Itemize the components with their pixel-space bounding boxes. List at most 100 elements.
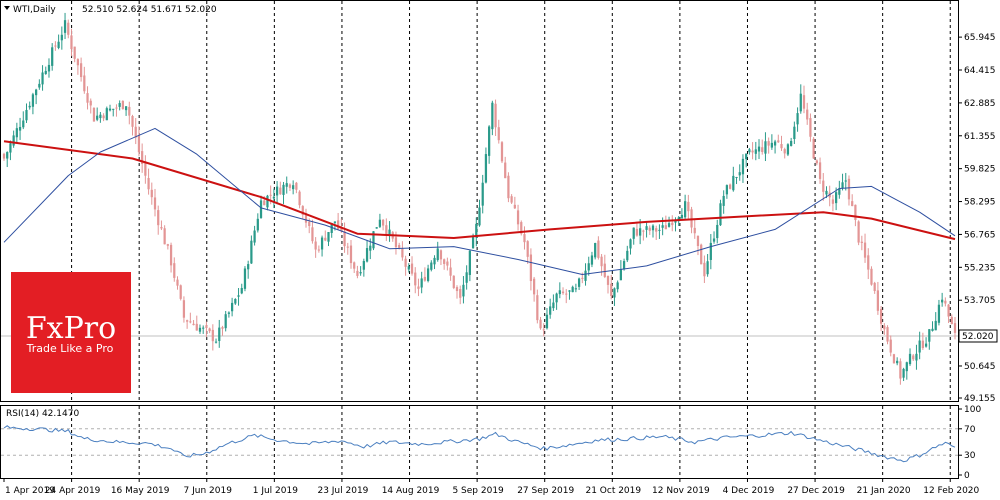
date-label: 1 Jul 2019 — [253, 486, 298, 496]
candle-body — [51, 47, 54, 66]
candle-body — [594, 243, 597, 258]
candle-body — [883, 325, 886, 330]
candle-body — [941, 299, 944, 303]
candle-body — [179, 285, 182, 299]
candle-body — [574, 288, 578, 290]
rsi-tick-label: 70 — [964, 425, 976, 435]
candle-body — [31, 94, 35, 107]
candle-body — [263, 200, 266, 206]
candle-body — [76, 59, 80, 66]
candle-body — [198, 327, 202, 332]
candle-body — [844, 180, 847, 182]
candle-body — [6, 152, 9, 159]
current-price-value: 52.020 — [962, 332, 994, 342]
candle-body — [571, 286, 574, 293]
candle-body — [131, 115, 134, 127]
candle-body — [863, 242, 867, 258]
date-label: 27 Sep 2019 — [517, 486, 574, 496]
candle-body — [2, 153, 6, 159]
candle-body — [912, 355, 915, 360]
candle-body — [67, 22, 70, 35]
candle-body — [86, 93, 89, 103]
candle-body — [879, 309, 883, 324]
candle-body — [112, 108, 115, 110]
logo-brand: FxPro — [26, 311, 116, 346]
date-label: 5 Sep 2019 — [452, 486, 504, 496]
candle-body — [237, 295, 240, 297]
candle-body — [908, 353, 912, 365]
candle-body — [622, 261, 626, 270]
candle-body — [613, 288, 616, 298]
candle-body — [452, 275, 455, 288]
candle-body — [484, 154, 488, 183]
price-tick-label: 62.885 — [964, 99, 996, 109]
candle-body — [722, 195, 725, 206]
candle-body — [510, 196, 513, 203]
candle-body — [937, 304, 941, 323]
candle-body — [28, 105, 31, 108]
candle-body — [243, 268, 247, 289]
candle-body — [619, 269, 622, 281]
candle-body — [378, 219, 382, 227]
candle-body — [796, 113, 799, 125]
candle-body — [728, 184, 732, 189]
candle-body — [504, 162, 507, 179]
candle-body — [253, 230, 256, 243]
date-label: 27 Dec 2019 — [787, 486, 845, 496]
candle-body — [680, 214, 684, 219]
logo-tagline: Trade Like a Pro — [26, 342, 114, 355]
candle-body — [523, 234, 526, 243]
candle-body — [182, 300, 186, 318]
candle-body — [128, 106, 131, 116]
date-label: 14 Aug 2019 — [382, 486, 440, 496]
candle-body — [539, 319, 542, 329]
candle-body — [208, 328, 211, 332]
candle-body — [404, 258, 407, 267]
candle-body — [446, 261, 449, 266]
candle-body — [365, 248, 369, 262]
candle-body — [478, 207, 481, 226]
candle-body — [651, 225, 655, 231]
rsi-header: RSI(14) 42.1470 — [6, 409, 79, 419]
candle-body — [825, 190, 828, 195]
candle-body — [137, 134, 141, 153]
candle-body — [359, 272, 362, 274]
candle-body — [202, 327, 205, 329]
candle-body — [950, 316, 953, 325]
candle-body — [89, 100, 92, 106]
candle-body — [41, 72, 44, 85]
ohlc-label: 52.510 52.624 51.671 52.020 — [82, 5, 217, 15]
price-axis: 65.945 64.415 62.885 61.355 59.825 58.295 56.7… — [958, 33, 996, 404]
candle-body — [905, 362, 908, 372]
candle-body — [944, 300, 947, 304]
candle-body — [754, 149, 757, 154]
candle-body — [545, 314, 549, 329]
candle-body — [230, 302, 234, 312]
candle-body — [346, 246, 349, 248]
candle-body — [616, 282, 619, 290]
candle-body — [25, 109, 28, 121]
candle-body — [587, 263, 590, 271]
candle-body — [761, 147, 764, 153]
candle-body — [324, 237, 327, 241]
candle-body — [790, 140, 793, 146]
candle-body — [54, 45, 57, 47]
candle-body — [565, 293, 568, 295]
candle-body — [320, 237, 324, 250]
candle-body — [931, 328, 934, 331]
candle-body — [577, 278, 581, 287]
candle-body — [851, 201, 854, 207]
candle-body — [735, 176, 738, 178]
candle-body — [854, 204, 857, 220]
candle-body — [947, 304, 950, 317]
candle-body — [738, 172, 741, 176]
candle-body — [73, 46, 76, 59]
candle-body — [773, 141, 777, 146]
candle-body — [661, 225, 664, 228]
candle-body — [639, 228, 642, 236]
candle-body — [153, 197, 157, 210]
symbol-label: WTI,Daily — [13, 5, 56, 15]
candle-body — [642, 230, 645, 232]
candle-body — [63, 20, 67, 33]
candle-body — [491, 102, 494, 130]
